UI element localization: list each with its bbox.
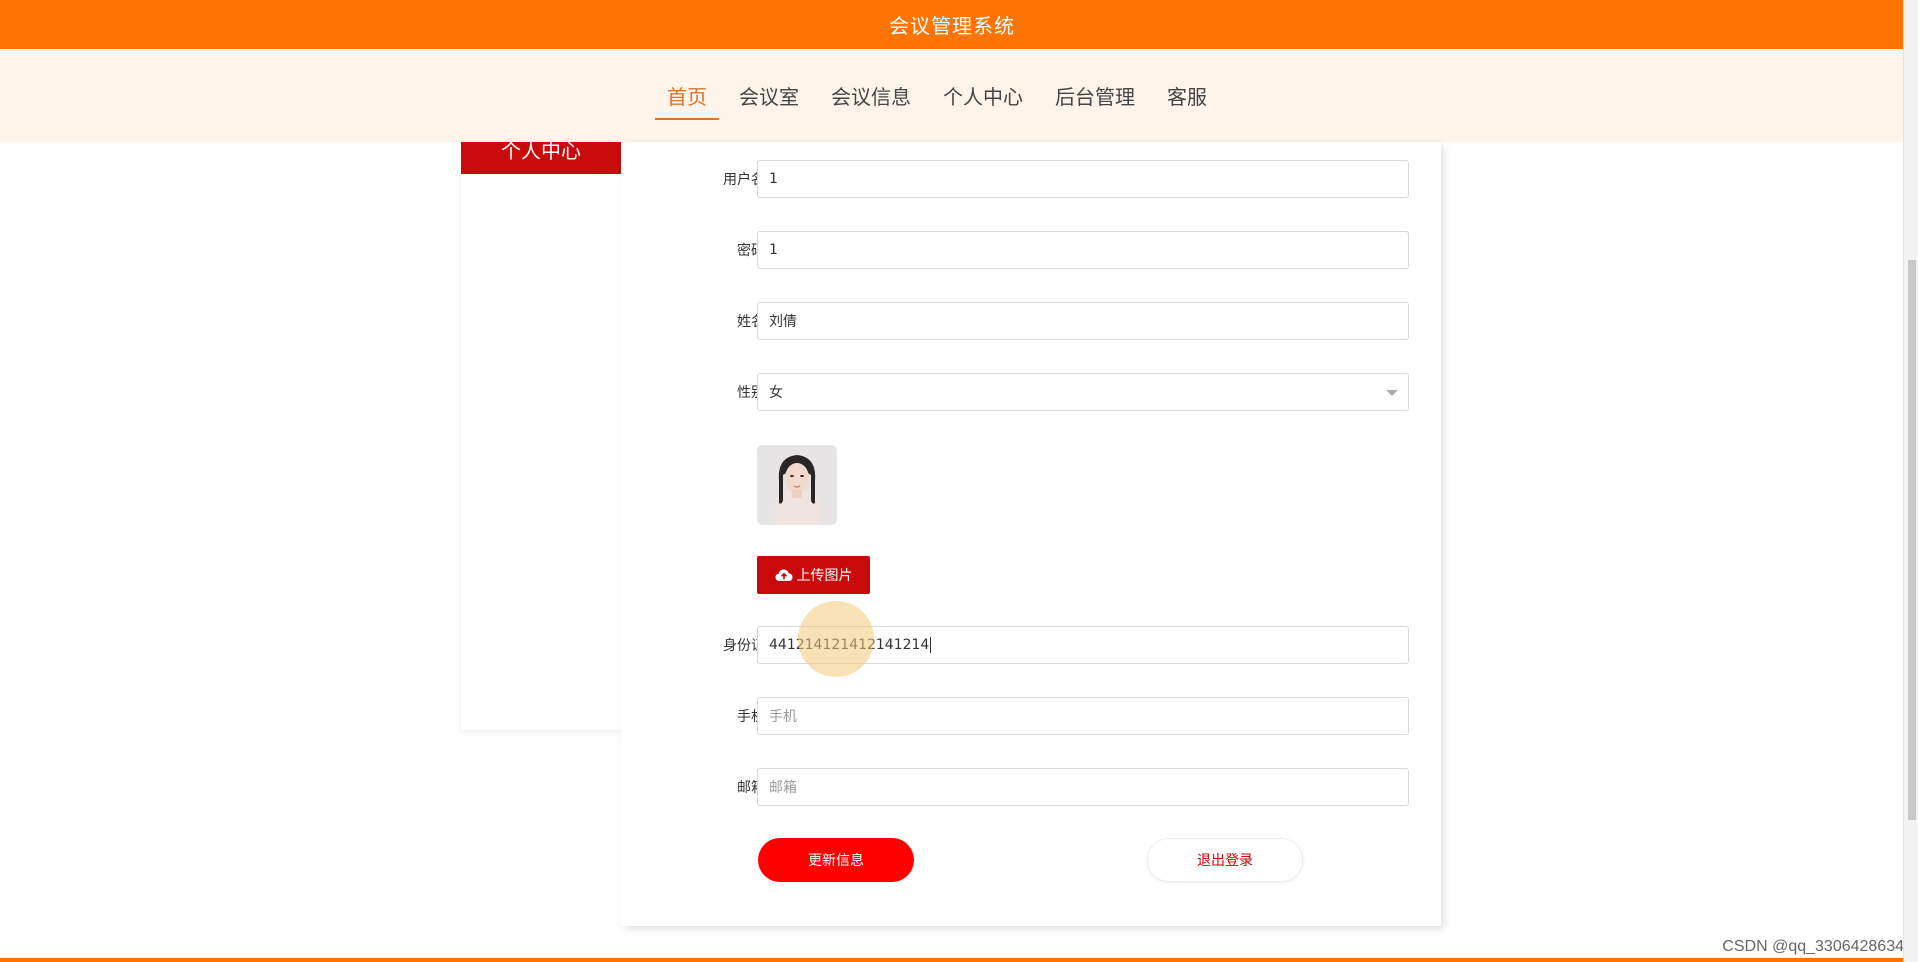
gender-row: 性别 女 (621, 373, 1441, 413)
avatar (757, 445, 837, 525)
chevron-down-icon (1386, 390, 1398, 396)
nav-items: 首页 会议室 会议信息 个人中心 后台管理 客服 (651, 74, 1223, 120)
password-row: 密码 1 (621, 231, 1441, 271)
scrollbar-thumb[interactable] (1908, 260, 1916, 820)
profile-form-card: 用户名 1 密码 1 姓名 刘倩 性别 女 上传图片 身份证 手机 手机 邮箱 … (621, 142, 1441, 926)
phone-input[interactable]: 手机 (757, 697, 1409, 735)
name-input[interactable]: 刘倩 (757, 302, 1409, 340)
email-row: 邮箱 邮箱 (621, 768, 1441, 808)
bottom-accent-strip (0, 958, 1904, 962)
nav-item-meeting-room[interactable]: 会议室 (727, 74, 811, 118)
nav-item-admin[interactable]: 后台管理 (1043, 74, 1147, 118)
watermark: CSDN @qq_3306428634 (1722, 938, 1904, 955)
update-info-button[interactable]: 更新信息 (758, 838, 914, 882)
text-caret (930, 637, 932, 653)
app-title: 会议管理系统 (889, 14, 1015, 38)
sidebar-title[interactable]: 个人中心 (461, 142, 621, 174)
sidebar: 个人中心 (461, 142, 621, 730)
password-input[interactable]: 1 (757, 231, 1409, 269)
email-input[interactable]: 邮箱 (757, 768, 1409, 806)
username-row: 用户名 1 (621, 160, 1441, 200)
upload-image-label: 上传图片 (796, 568, 853, 584)
avatar-photo (757, 445, 837, 525)
page-scrollbar[interactable] (1903, 0, 1918, 962)
phone-placeholder: 手机 (769, 709, 797, 725)
username-input[interactable]: 1 (757, 160, 1409, 198)
id-card-row: 身份证 441214121412141214 (621, 626, 1441, 666)
username-value: 1 (769, 171, 778, 187)
nav-item-home[interactable]: 首页 (655, 74, 719, 120)
click-highlight (798, 601, 874, 677)
gender-value: 女 (769, 385, 783, 401)
nav-item-meeting-info[interactable]: 会议信息 (819, 74, 923, 118)
gender-select[interactable]: 女 (757, 373, 1409, 411)
nav-item-customer-service[interactable]: 客服 (1155, 74, 1219, 118)
main-nav: 首页 会议室 会议信息 个人中心 后台管理 客服 (0, 49, 1904, 142)
logout-button[interactable]: 退出登录 (1147, 838, 1303, 882)
password-value: 1 (769, 242, 778, 258)
email-placeholder: 邮箱 (769, 780, 797, 796)
top-header-bar: 会议管理系统 (0, 0, 1904, 49)
nav-item-personal-center[interactable]: 个人中心 (931, 74, 1035, 118)
name-row: 姓名 刘倩 (621, 302, 1441, 342)
cloud-upload-icon (775, 569, 792, 581)
name-value: 刘倩 (769, 314, 797, 330)
phone-row: 手机 手机 (621, 697, 1441, 737)
upload-image-button[interactable]: 上传图片 (757, 556, 870, 594)
